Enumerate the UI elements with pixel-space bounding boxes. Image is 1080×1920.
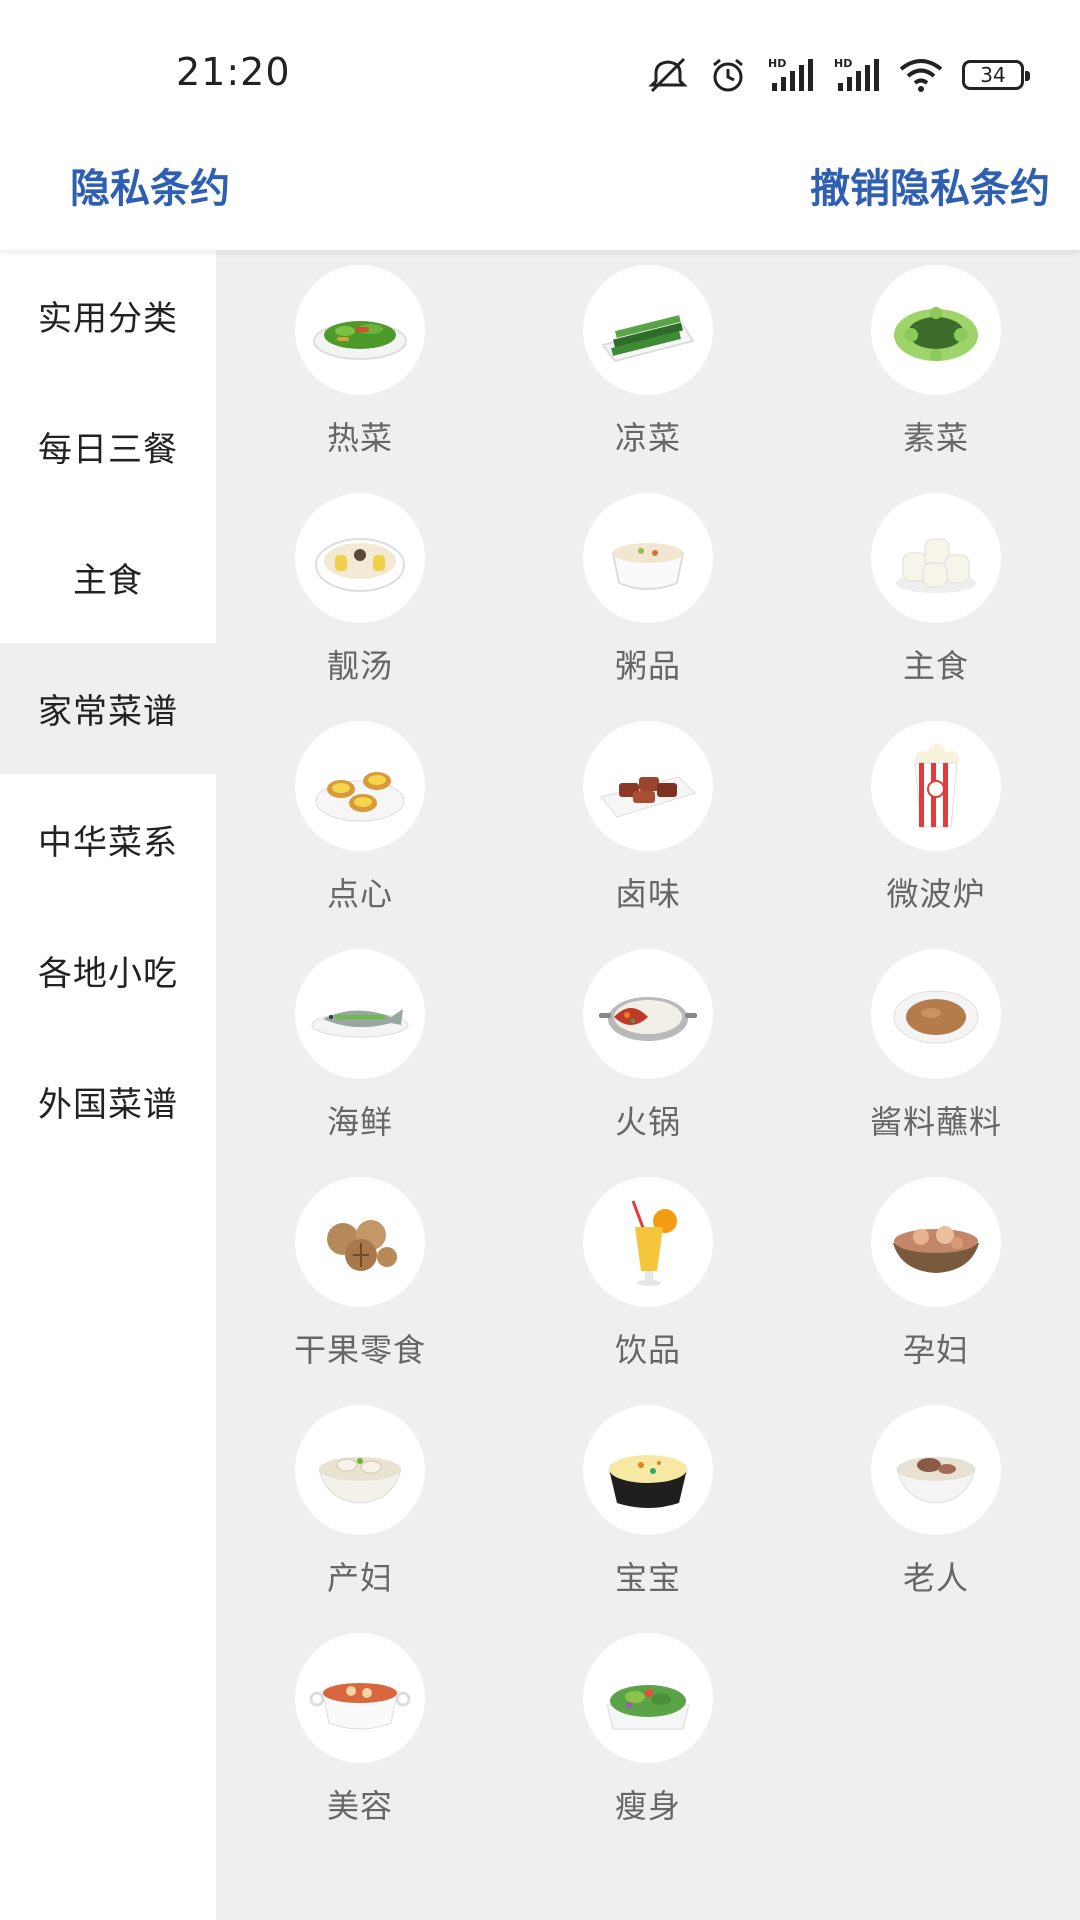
category-label: 干果零食 bbox=[293, 1331, 426, 1369]
sidebar-item-staple-food[interactable]: 主食 bbox=[0, 512, 216, 643]
popcorn-icon bbox=[871, 721, 1001, 851]
egg-tart-icon bbox=[295, 721, 425, 851]
category-grid: 热菜 凉菜 素菜 靓汤 粥品 主食 点心 卤味 微波炉 海鲜 火锅 酱料蘸料 干… bbox=[216, 265, 1080, 1861]
category-item-porridge[interactable]: 粥品 bbox=[504, 493, 792, 721]
category-label: 火锅 bbox=[614, 1103, 681, 1141]
category-item-staples[interactable]: 主食 bbox=[792, 493, 1080, 721]
status-time: 21:20 bbox=[176, 50, 291, 94]
porridge-bowl-icon bbox=[583, 493, 713, 623]
category-label: 美容 bbox=[326, 1787, 393, 1825]
signal-hd-icon: HD bbox=[766, 55, 814, 95]
category-label: 孕妇 bbox=[902, 1331, 969, 1369]
category-item-dim-sum[interactable]: 点心 bbox=[216, 721, 504, 949]
svg-text:HD: HD bbox=[768, 57, 786, 70]
juice-glass-icon bbox=[583, 1177, 713, 1307]
category-item-postpartum[interactable]: 产妇 bbox=[216, 1405, 504, 1633]
category-label: 微波炉 bbox=[886, 875, 986, 913]
category-sidebar: 实用分类 每日三餐 主食 家常菜谱 中华菜系 各地小吃 外国菜谱 bbox=[0, 250, 216, 1920]
category-label: 酱料蘸料 bbox=[869, 1103, 1002, 1141]
category-item-nuts-snacks[interactable]: 干果零食 bbox=[216, 1177, 504, 1405]
category-label: 凉菜 bbox=[614, 419, 681, 457]
sauce-bowl-icon bbox=[871, 949, 1001, 1079]
category-label: 宝宝 bbox=[614, 1559, 681, 1597]
sidebar-item-foreign-recipes[interactable]: 外国菜谱 bbox=[0, 1036, 216, 1167]
category-item-sauces[interactable]: 酱料蘸料 bbox=[792, 949, 1080, 1177]
greens-dish-icon bbox=[871, 265, 1001, 395]
category-item-hot-dishes[interactable]: 热菜 bbox=[216, 265, 504, 493]
postpartum-soup-icon bbox=[295, 1405, 425, 1535]
corn-soup-icon bbox=[295, 493, 425, 623]
cucumber-salad-icon bbox=[583, 265, 713, 395]
category-label: 靓汤 bbox=[326, 647, 393, 685]
sidebar-item-local-snacks[interactable]: 各地小吃 bbox=[0, 905, 216, 1036]
category-item-pregnant[interactable]: 孕妇 bbox=[792, 1177, 1080, 1405]
steamed-fish-icon bbox=[295, 949, 425, 1079]
category-label: 点心 bbox=[326, 875, 393, 913]
category-item-cold-dishes[interactable]: 凉菜 bbox=[504, 265, 792, 493]
category-item-braised[interactable]: 卤味 bbox=[504, 721, 792, 949]
category-label: 主食 bbox=[902, 647, 969, 685]
category-label: 饮品 bbox=[614, 1331, 681, 1369]
category-label: 海鲜 bbox=[326, 1103, 393, 1141]
category-item-soups[interactable]: 靓汤 bbox=[216, 493, 504, 721]
salad-icon bbox=[583, 1633, 713, 1763]
svg-text:HD: HD bbox=[834, 57, 852, 70]
category-label: 老人 bbox=[902, 1559, 969, 1597]
sidebar-item-chinese-cuisines[interactable]: 中华菜系 bbox=[0, 774, 216, 905]
sidebar-item-practical[interactable]: 实用分类 bbox=[0, 250, 216, 381]
category-label: 卤味 bbox=[614, 875, 681, 913]
category-label: 素菜 bbox=[902, 419, 969, 457]
wifi-icon bbox=[898, 55, 944, 95]
category-item-microwave[interactable]: 微波炉 bbox=[792, 721, 1080, 949]
category-item-baby[interactable]: 宝宝 bbox=[504, 1405, 792, 1633]
walnuts-icon bbox=[295, 1177, 425, 1307]
status-bar: 21:20 HD HD 34 bbox=[0, 0, 1080, 140]
stir-fry-dish-icon bbox=[295, 265, 425, 395]
signal-hd-icon: HD bbox=[832, 55, 880, 95]
category-item-slimming[interactable]: 瘦身 bbox=[504, 1633, 792, 1861]
braised-meat-icon bbox=[583, 721, 713, 851]
beauty-soup-icon bbox=[295, 1633, 425, 1763]
category-label: 瘦身 bbox=[614, 1787, 681, 1825]
category-item-seafood[interactable]: 海鲜 bbox=[216, 949, 504, 1177]
battery-icon: 34 bbox=[962, 60, 1030, 90]
category-label: 粥品 bbox=[614, 647, 681, 685]
privacy-policy-link[interactable]: 隐私条约 bbox=[70, 156, 230, 214]
category-item-elderly[interactable]: 老人 bbox=[792, 1405, 1080, 1633]
steamed-buns-icon bbox=[871, 493, 1001, 623]
sidebar-item-daily-meals[interactable]: 每日三餐 bbox=[0, 381, 216, 512]
category-item-drinks[interactable]: 饮品 bbox=[504, 1177, 792, 1405]
elder-soup-icon bbox=[871, 1405, 1001, 1535]
revoke-privacy-policy-link[interactable]: 撤销隐私条约 bbox=[810, 156, 1050, 214]
hot-pot-icon bbox=[583, 949, 713, 1079]
header-bar: 隐私条约 撤销隐私条约 bbox=[0, 140, 1080, 250]
baby-egg-custard-icon bbox=[583, 1405, 713, 1535]
category-item-beauty[interactable]: 美容 bbox=[216, 1633, 504, 1861]
category-item-hot-pot[interactable]: 火锅 bbox=[504, 949, 792, 1177]
alarm-icon bbox=[708, 55, 748, 95]
status-icons: HD HD 34 bbox=[646, 50, 1030, 100]
category-grid-panel: 热菜 凉菜 素菜 靓汤 粥品 主食 点心 卤味 微波炉 海鲜 火锅 酱料蘸料 干… bbox=[216, 250, 1080, 1920]
category-label: 热菜 bbox=[326, 419, 393, 457]
mute-icon bbox=[646, 55, 690, 95]
category-item-vegetable-dishes[interactable]: 素菜 bbox=[792, 265, 1080, 493]
sidebar-item-home-recipes[interactable]: 家常菜谱 bbox=[0, 643, 216, 774]
pregnant-meal-icon bbox=[871, 1177, 1001, 1307]
category-label: 产妇 bbox=[326, 1559, 393, 1597]
